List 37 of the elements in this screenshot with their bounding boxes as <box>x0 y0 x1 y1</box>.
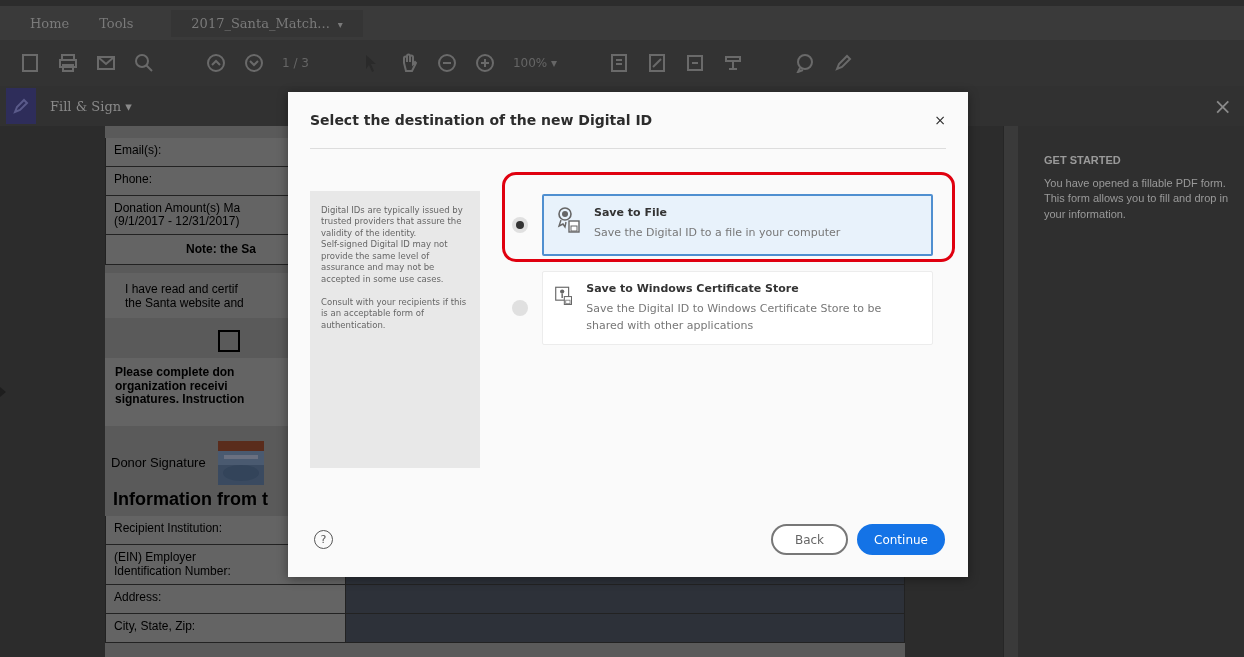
page-down-icon[interactable] <box>244 53 264 73</box>
option-title: Save to Windows Certificate Store <box>586 282 800 295</box>
close-icon[interactable]: × <box>934 112 946 128</box>
search-icon[interactable] <box>134 53 154 73</box>
option-title: Save to File <box>594 206 668 219</box>
stamp-icon[interactable] <box>723 53 744 73</box>
panel-heading: GET STARTED <box>1044 154 1122 166</box>
printer-icon[interactable] <box>58 53 78 73</box>
pen-icon[interactable] <box>833 53 854 73</box>
certificate-file-icon <box>556 206 580 233</box>
continue-button[interactable]: Continue <box>857 524 945 555</box>
back-button[interactable]: Back <box>771 524 848 555</box>
panel-text: You have opened a fillable PDF form. This form allows you to fill and drop in your information. <box>1044 176 1230 222</box>
radio-button[interactable] <box>512 300 528 316</box>
option-card[interactable]: Save to File Save the Digital ID to a file in your computer <box>542 194 933 256</box>
radio-button[interactable] <box>512 217 528 233</box>
scroll-page-icon[interactable] <box>647 53 668 73</box>
page-icon[interactable] <box>20 53 40 73</box>
form-label: Donor Signature <box>111 456 206 471</box>
mail-icon[interactable] <box>96 53 116 73</box>
menu-tab[interactable]: Tools <box>87 9 146 37</box>
panel-title[interactable]: Fill & Sign ▾ <box>50 98 132 114</box>
menu-tab[interactable]: Home <box>18 9 82 37</box>
pen-icon[interactable] <box>12 97 30 115</box>
checkbox[interactable] <box>218 330 240 353</box>
zoom-in-icon[interactable] <box>474 53 495 73</box>
option-card[interactable]: Save to Windows Certificate Store Save the Digital ID to Windows Certificate Store to be shared with other applications <box>542 271 933 345</box>
info-text: Digital IDs are typically issued by trusted providers that assure the validity of the identity. Self-signed Digital ID may not provide the same level of assurance and may not be accepted in some use cases. Consult with your recipients if this is an acceptable form of authentication. <box>310 191 480 468</box>
close-icon[interactable]: × <box>1213 93 1232 119</box>
dialog-title: Select the destination of the new Digital ID <box>310 112 653 128</box>
rotate-page-icon[interactable] <box>685 53 706 73</box>
menu-tab[interactable]: 2017_Santa_Match... ▾ <box>171 9 363 37</box>
page-up-icon[interactable] <box>206 53 226 73</box>
comment-icon[interactable] <box>795 53 816 73</box>
form-label: Information from t <box>112 488 269 512</box>
zoom-out-icon[interactable] <box>436 53 457 73</box>
fit-page-icon[interactable] <box>609 53 630 73</box>
